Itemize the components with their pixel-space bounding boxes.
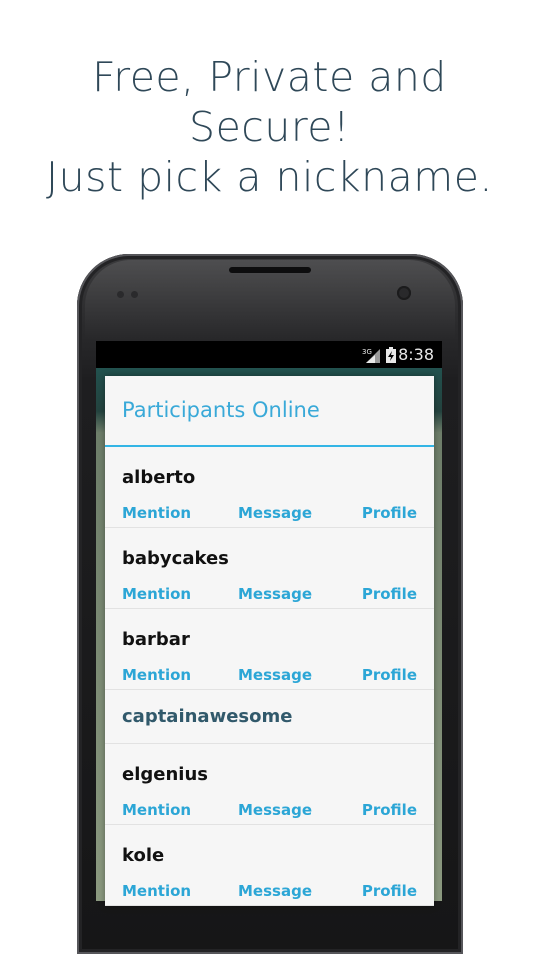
participants-list[interactable]: alberto Mention Message Profile babycake…	[105, 447, 434, 906]
message-button[interactable]: Message	[238, 585, 312, 603]
participant-row[interactable]: kole Mention Message Profile	[105, 825, 434, 906]
profile-button[interactable]: Profile	[362, 801, 417, 819]
mention-button[interactable]: Mention	[122, 882, 191, 900]
message-button[interactable]: Message	[238, 504, 312, 522]
phone-sensor	[131, 291, 138, 298]
participant-nick: alberto	[122, 467, 196, 488]
battery-icon	[386, 347, 396, 363]
headline-line-2: Secure!	[189, 103, 350, 151]
profile-button[interactable]: Profile	[362, 666, 417, 684]
mention-button[interactable]: Mention	[122, 504, 191, 522]
participant-row[interactable]: alberto Mention Message Profile	[105, 447, 434, 528]
headline-line-1: Free, Private and	[92, 53, 447, 101]
mention-button[interactable]: Mention	[122, 666, 191, 684]
participant-nick: barbar	[122, 629, 190, 650]
status-time: 8:38	[398, 345, 434, 364]
participant-row-self[interactable]: captainawesome	[105, 690, 434, 744]
participant-row[interactable]: barbar Mention Message Profile	[105, 609, 434, 690]
headline: Free, Private and Secure! Just pick a ni…	[0, 52, 539, 202]
message-button[interactable]: Message	[238, 801, 312, 819]
status-bar: 3G 8:38	[96, 341, 442, 368]
participant-row[interactable]: elgenius Mention Message Profile	[105, 744, 434, 825]
profile-button[interactable]: Profile	[362, 504, 417, 522]
participant-nick: elgenius	[122, 764, 208, 785]
signal-icon: 3G	[362, 348, 380, 363]
participant-nick-self: captainawesome	[122, 706, 293, 727]
dialog-title: Participants Online	[122, 398, 320, 422]
mention-button[interactable]: Mention	[122, 801, 191, 819]
mention-button[interactable]: Mention	[122, 585, 191, 603]
message-button[interactable]: Message	[238, 882, 312, 900]
participant-nick: babycakes	[122, 548, 229, 569]
message-button[interactable]: Message	[238, 666, 312, 684]
participants-dialog: Participants Online alberto Mention Mess…	[105, 376, 434, 906]
network-type: 3G	[362, 348, 372, 356]
headline-line-3: Just pick a nickname.	[46, 153, 493, 201]
profile-button[interactable]: Profile	[362, 882, 417, 900]
participant-nick: kole	[122, 845, 165, 866]
phone-speaker	[229, 267, 311, 273]
participant-row[interactable]: babycakes Mention Message Profile	[105, 528, 434, 609]
profile-button[interactable]: Profile	[362, 585, 417, 603]
front-camera	[397, 286, 411, 300]
phone-sensor	[117, 291, 124, 298]
